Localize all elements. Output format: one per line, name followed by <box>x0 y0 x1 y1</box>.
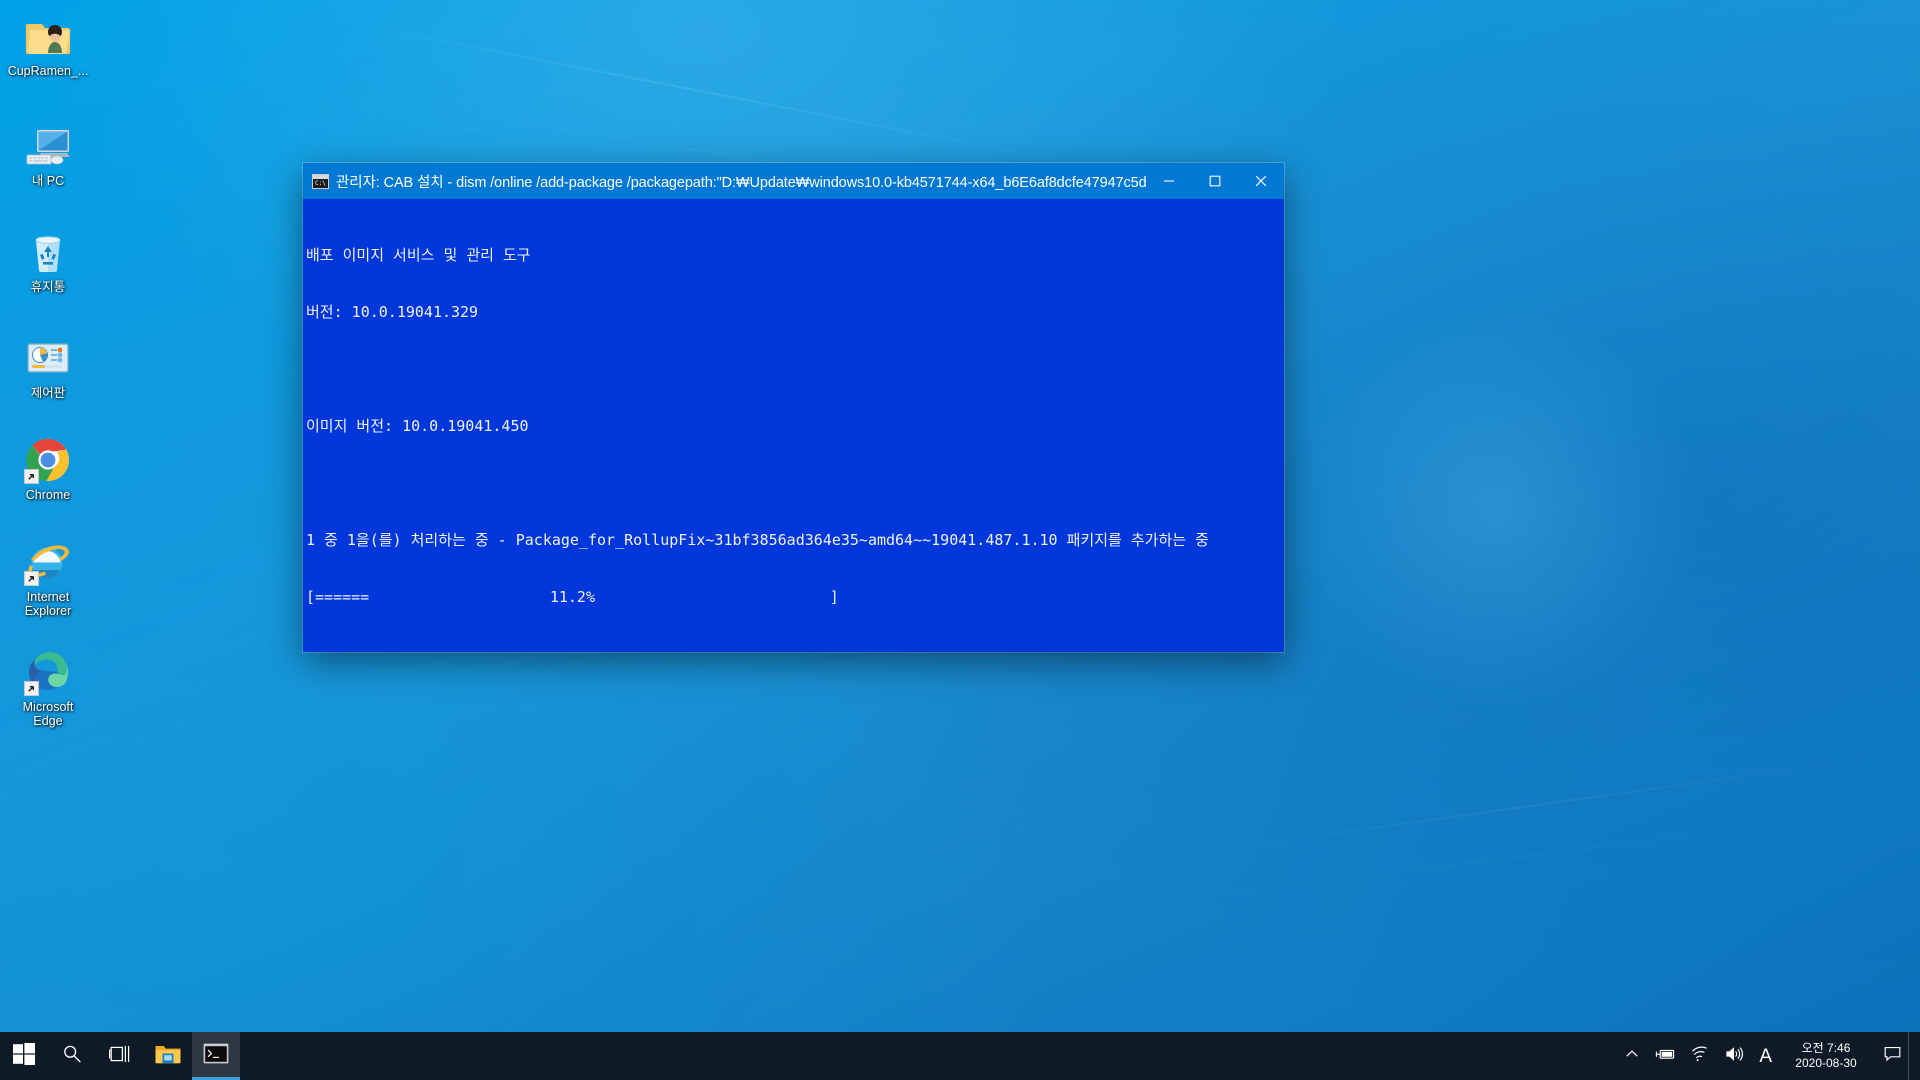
minimize-button[interactable] <box>1146 163 1192 199</box>
folder-user-icon <box>24 12 72 60</box>
wifi-icon <box>1691 1046 1709 1067</box>
desktop-icon-microsoft-edge[interactable]: Microsoft Edge <box>9 644 87 730</box>
desktop-icon-recycle-bin[interactable]: 휴지통 <box>9 224 87 296</box>
windows-logo-icon <box>13 1042 35 1070</box>
maximize-button[interactable] <box>1192 163 1238 199</box>
chevron-up-icon <box>1625 1047 1639 1066</box>
close-button[interactable] <box>1238 163 1284 199</box>
microsoft-edge-icon <box>24 648 72 696</box>
maximize-icon <box>1209 175 1221 187</box>
ime-alpha-icon: A <box>1759 1045 1772 1067</box>
chrome-icon <box>24 436 72 484</box>
clock-date: 2020-08-30 <box>1795 1056 1857 1070</box>
task-view-icon <box>108 1044 131 1069</box>
desktop-icon-label: Chrome <box>25 488 71 502</box>
taskbar-buttons <box>0 1032 240 1080</box>
action-center-button[interactable] <box>1876 1032 1908 1080</box>
desktop-icon-chrome[interactable]: Chrome <box>9 432 87 504</box>
tray-ime-button[interactable]: A <box>1751 1032 1780 1080</box>
console-line-blank <box>306 474 1284 493</box>
tray-volume-button[interactable] <box>1717 1032 1751 1080</box>
search-icon <box>62 1044 82 1069</box>
console-line-blank <box>306 360 1284 379</box>
taskbar[interactable]: A 오전 7:46 2020-08-30 <box>0 1032 1920 1080</box>
command-prompt-window[interactable]: C:\ 관리자: CAB 설치 - dism /online /add-pack… <box>303 163 1284 652</box>
tray-network-button[interactable] <box>1683 1032 1717 1080</box>
console-line: 배포 이미지 서비스 및 관리 도구 <box>306 246 531 264</box>
minimize-icon <box>1164 180 1174 182</box>
console-output[interactable]: 배포 이미지 서비스 및 관리 도구 버전: 10.0.19041.329 이미… <box>303 199 1284 652</box>
recycle-bin-icon <box>24 228 72 276</box>
task-view-button[interactable] <box>96 1032 144 1080</box>
command-prompt-icon <box>203 1043 229 1069</box>
search-button[interactable] <box>48 1032 96 1080</box>
shortcut-arrow-icon <box>24 571 39 586</box>
console-line: 버전: 10.0.19041.329 <box>306 303 479 321</box>
desktop-icon-grid: CupRamen_... 내 PC 휴지통 제어판 Chrome Interne… <box>0 0 96 730</box>
tray-usb-button[interactable] <box>1647 1032 1683 1080</box>
notification-icon <box>1884 1046 1901 1067</box>
console-line: 이미지 버전: 10.0.19041.450 <box>306 417 529 435</box>
desktop-icon-label: 제어판 <box>30 386 66 400</box>
desktop-icon-label: 내 PC <box>31 174 65 188</box>
computer-icon <box>24 122 72 170</box>
usb-eject-icon <box>1655 1046 1675 1067</box>
internet-explorer-icon <box>24 538 72 586</box>
clock[interactable]: 오전 7:46 2020-08-30 <box>1780 1032 1876 1080</box>
wallpaper-ray <box>1183 756 1877 856</box>
desktop-icon-label: CupRamen_... <box>7 64 89 78</box>
desktop-icon-label: Microsoft Edge <box>22 700 74 728</box>
file-explorer-button[interactable] <box>144 1032 192 1080</box>
console-progress-bar: [====== 11.2% ] <box>306 588 839 606</box>
desktop-icon-control-panel[interactable]: 제어판 <box>9 330 87 402</box>
desktop-icon-cupramen-folder[interactable]: CupRamen_... <box>7 8 89 80</box>
close-icon <box>1255 175 1267 187</box>
shortcut-arrow-icon <box>24 681 39 696</box>
console-line-status: 1 중 1을(를) 처리하는 중 - Package_for_RollupFix… <box>306 531 1209 549</box>
wallpaper-ray <box>326 17 1074 165</box>
control-panel-icon <box>24 334 72 382</box>
start-button[interactable] <box>0 1032 48 1080</box>
system-tray: A 오전 7:46 2020-08-30 <box>1617 1032 1920 1080</box>
tray-expand-button[interactable] <box>1617 1032 1647 1080</box>
desktop-icon-label: Internet Explorer <box>24 590 72 618</box>
command-prompt-icon: C:\ <box>312 173 329 189</box>
command-prompt-taskbar-button[interactable] <box>192 1032 240 1080</box>
file-explorer-icon <box>155 1043 181 1070</box>
desktop[interactable]: CupRamen_... 내 PC 휴지통 제어판 Chrome Interne… <box>0 0 1920 1080</box>
desktop-icon-label: 휴지통 <box>30 280 66 294</box>
desktop-icon-internet-explorer[interactable]: Internet Explorer <box>9 534 87 620</box>
speaker-icon <box>1725 1046 1744 1067</box>
wallpaper-ray <box>1063 807 1917 914</box>
window-title: 관리자: CAB 설치 - dism /online /add-package … <box>336 174 1146 191</box>
window-titlebar[interactable]: C:\ 관리자: CAB 설치 - dism /online /add-pack… <box>303 163 1284 199</box>
show-desktop-button[interactable] <box>1908 1032 1920 1080</box>
clock-time: 오전 7:46 <box>1801 1041 1851 1055</box>
shortcut-arrow-icon <box>24 469 39 484</box>
wallpaper-glow <box>1290 300 1710 720</box>
desktop-icon-my-pc[interactable]: 내 PC <box>9 118 87 190</box>
